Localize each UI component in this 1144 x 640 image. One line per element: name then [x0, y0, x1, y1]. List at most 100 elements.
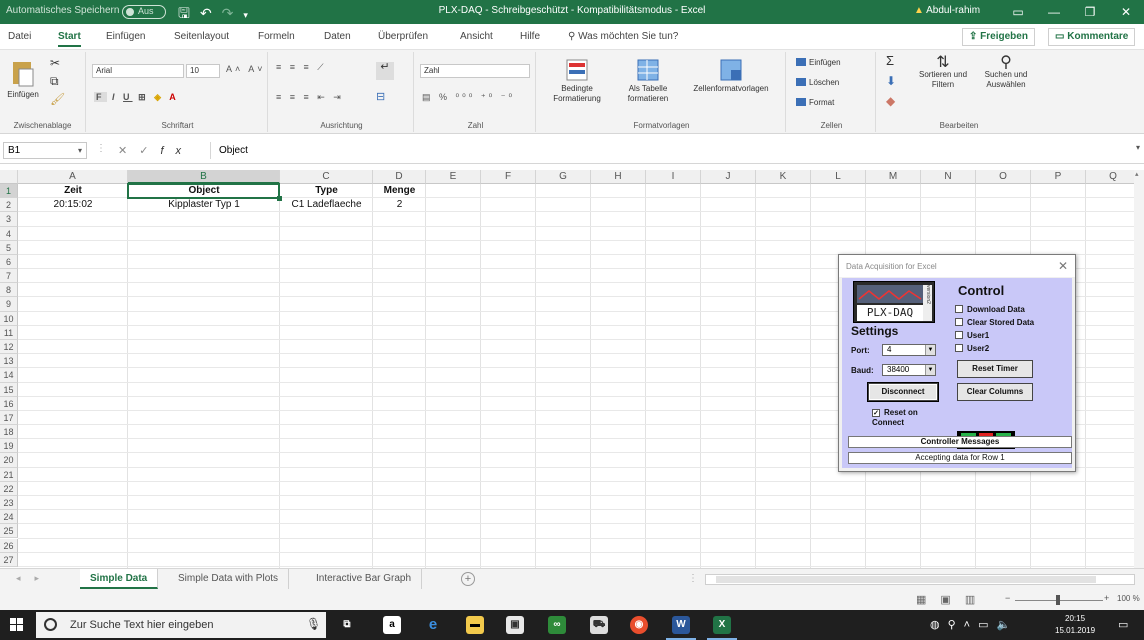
- delete-cells-button[interactable]: Löschen: [796, 78, 839, 87]
- tab-hilfe[interactable]: Hilfe: [520, 31, 540, 42]
- tab-seitenlayout[interactable]: Seitenlayout: [174, 31, 229, 42]
- close-icon[interactable]: ✕: [1108, 0, 1144, 24]
- download-data-checkbox[interactable]: Download Data: [955, 305, 1025, 314]
- row-header[interactable]: 20: [0, 453, 18, 468]
- column-header-j[interactable]: J: [701, 170, 756, 184]
- share-button[interactable]: ⇪ Freigeben: [962, 28, 1035, 46]
- baud-select[interactable]: 38400 ▼: [882, 364, 936, 376]
- fill-color-icon[interactable]: ◈: [154, 92, 164, 102]
- clear-stored-data-checkbox[interactable]: Clear Stored Data: [955, 318, 1034, 327]
- disconnect-button[interactable]: Disconnect: [868, 383, 938, 401]
- wrap-text-icon[interactable]: ↵: [376, 62, 394, 80]
- data-cell[interactable]: Kipplaster Typ 1: [128, 198, 280, 212]
- row-header[interactable]: 7: [0, 269, 18, 284]
- zoom-in-icon[interactable]: +: [1104, 593, 1109, 603]
- prev-sheet-icon[interactable]: ◂: [16, 573, 35, 583]
- next-sheet-icon[interactable]: ▸: [35, 573, 54, 583]
- microphone-icon[interactable]: 🎙: [306, 617, 321, 631]
- fill-icon[interactable]: ⬇: [886, 75, 896, 87]
- tab-splitter-icon[interactable]: ⋮: [688, 573, 698, 584]
- row-header[interactable]: 15: [0, 382, 18, 397]
- row-header[interactable]: 25: [0, 524, 18, 539]
- row-header[interactable]: 27: [0, 552, 18, 567]
- conditional-formatting-button[interactable]: Bedingte Formatierung: [542, 58, 612, 104]
- row-header[interactable]: 9: [0, 297, 18, 312]
- grow-font-button[interactable]: A˄: [226, 64, 243, 74]
- tab-einfuegen[interactable]: Einfügen: [106, 31, 145, 42]
- horizontal-align-buttons[interactable]: ≡ ≡ ≡ ⇤ ⇥: [276, 92, 344, 103]
- column-header-o[interactable]: O: [976, 170, 1031, 184]
- column-header-b[interactable]: B: [128, 170, 280, 184]
- row-header[interactable]: 10: [0, 311, 18, 326]
- expand-formula-icon[interactable]: ▾: [1136, 143, 1140, 152]
- row-header[interactable]: 5: [0, 240, 18, 255]
- taskbar-search[interactable]: Zur Suche Text hier eingeben 🎙: [36, 612, 326, 638]
- column-header-a[interactable]: A: [18, 170, 128, 184]
- column-header-c[interactable]: C: [280, 170, 373, 184]
- column-header-q[interactable]: Q: [1086, 170, 1134, 184]
- reset-timer-button[interactable]: Reset Timer: [957, 360, 1033, 378]
- clear-icon[interactable]: ◆: [886, 95, 895, 107]
- active-cell-selection[interactable]: [127, 183, 280, 200]
- column-header-d[interactable]: D: [373, 170, 426, 184]
- column-header-l[interactable]: L: [811, 170, 866, 184]
- select-all-corner[interactable]: [0, 170, 18, 184]
- store-icon[interactable]: ▣: [506, 616, 524, 634]
- row-header[interactable]: 1: [0, 184, 18, 199]
- vertical-scrollbar[interactable]: ▴: [1134, 170, 1144, 568]
- bold-button[interactable]: F: [94, 92, 107, 102]
- row-header[interactable]: 6: [0, 254, 18, 270]
- tab-datei[interactable]: Datei: [8, 31, 31, 42]
- column-header-i[interactable]: I: [646, 170, 701, 184]
- row-header[interactable]: 11: [0, 325, 18, 340]
- add-sheet-button[interactable]: +: [461, 572, 475, 586]
- formula-input[interactable]: Object: [210, 142, 1135, 159]
- row-header[interactable]: 16: [0, 396, 18, 411]
- network-icon[interactable]: ▭: [978, 619, 996, 631]
- port-select[interactable]: 4 ▼: [882, 344, 936, 356]
- tab-ansicht[interactable]: Ansicht: [460, 31, 493, 42]
- edge-icon[interactable]: e: [424, 616, 442, 634]
- column-header-p[interactable]: P: [1031, 170, 1086, 184]
- comments-button[interactable]: ▭ Kommentare: [1048, 28, 1136, 46]
- column-header-f[interactable]: F: [481, 170, 536, 184]
- row-header[interactable]: 3: [0, 212, 18, 227]
- row-header[interactable]: 8: [0, 283, 18, 298]
- row-header[interactable]: 22: [0, 481, 18, 496]
- data-cell[interactable]: C1 Ladeflaeche: [280, 198, 373, 212]
- word-icon[interactable]: W: [666, 616, 696, 640]
- people-icon[interactable]: ⚲: [948, 619, 964, 631]
- cancel-icon[interactable]: ✕: [118, 145, 139, 157]
- user2-checkbox[interactable]: User2: [955, 344, 989, 353]
- find-select-button[interactable]: ⚲ Suchen und Auswählen: [976, 55, 1036, 90]
- header-cell[interactable]: Zeit: [18, 184, 128, 198]
- sort-filter-button[interactable]: ⇅ Sortieren und Filtern: [910, 55, 976, 90]
- scroll-thumb[interactable]: [716, 576, 1096, 583]
- user-account[interactable]: ▲ Abdul-rahim: [914, 5, 980, 16]
- zoom-out-icon[interactable]: −: [1005, 593, 1010, 603]
- sheet-tab-simple-data[interactable]: Simple Data: [80, 569, 159, 589]
- page-break-icon[interactable]: ▥: [965, 594, 989, 606]
- excel-icon[interactable]: X: [707, 616, 737, 640]
- vertical-align-buttons[interactable]: ≡ ≡ ≡ ⟋: [276, 62, 327, 73]
- arduino-icon[interactable]: ∞: [548, 616, 566, 634]
- cell-styles-button[interactable]: Zellenformatvorlagen: [682, 58, 780, 94]
- name-box[interactable]: B1 ▾: [3, 142, 87, 159]
- chevron-up-icon[interactable]: ˄: [964, 619, 978, 631]
- column-header-k[interactable]: K: [756, 170, 811, 184]
- number-format-buttons[interactable]: ▤ % ⁰⁰⁰ ⁺⁰ ⁻⁰: [422, 92, 515, 103]
- row-header[interactable]: 23: [0, 495, 18, 511]
- volume-icon[interactable]: 🔈: [997, 619, 1019, 631]
- header-cell[interactable]: Type: [280, 184, 373, 198]
- row-header[interactable]: 2: [0, 198, 18, 213]
- file-explorer-icon[interactable]: ▬: [466, 616, 484, 634]
- column-header-m[interactable]: M: [866, 170, 921, 184]
- header-cell[interactable]: Menge: [373, 184, 426, 198]
- shrink-font-button[interactable]: A˅: [248, 64, 265, 74]
- font-size-select[interactable]: 10: [186, 64, 220, 78]
- tab-start[interactable]: Start: [58, 31, 81, 47]
- font-name-select[interactable]: Arial: [92, 64, 184, 78]
- sheet-tab-simple-data-plots[interactable]: Simple Data with Plots: [168, 569, 290, 589]
- tell-me-search[interactable]: ⚲ Was möchten Sie tun?: [568, 31, 678, 42]
- autosum-icon[interactable]: Σ: [886, 54, 894, 67]
